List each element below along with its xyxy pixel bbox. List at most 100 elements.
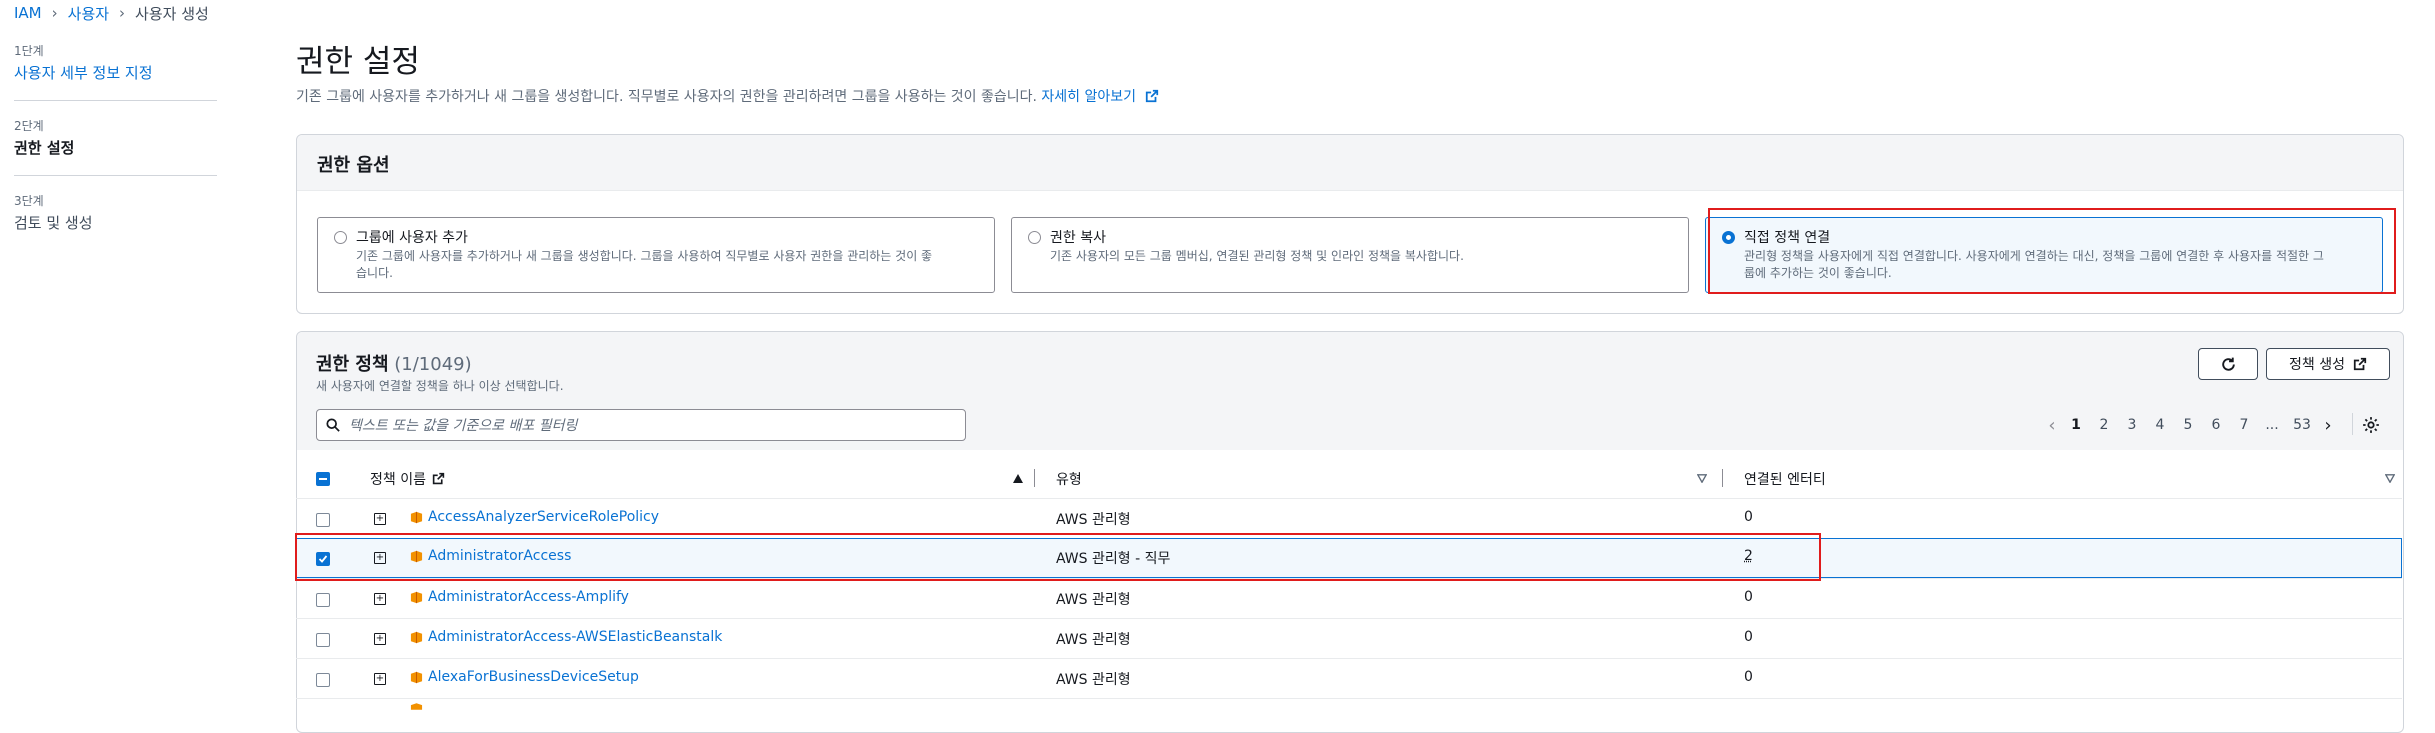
- policy-type: AWS 관리형: [1056, 672, 1131, 688]
- expand-icon[interactable]: +: [374, 633, 386, 645]
- policies-heading-title: 권한 정책: [316, 354, 389, 375]
- policy-type: AWS 관리형: [1056, 592, 1131, 608]
- breadcrumb-current: 사용자 생성: [135, 4, 209, 23]
- policies-heading: 권한 정책 (1/1049): [316, 350, 472, 376]
- row-checkbox[interactable]: [316, 513, 330, 527]
- select-all-checkbox[interactable]: [316, 472, 330, 486]
- expand-icon[interactable]: +: [374, 673, 386, 685]
- pagination: ‹ 1 2 3 4 5 6 7 ... 53 ›: [2042, 414, 2338, 436]
- table-row[interactable]: + AlexaForBusinessDeviceSetup AWS 관리형 0: [296, 658, 2402, 698]
- page-title: 권한 설정: [296, 44, 420, 80]
- page-link[interactable]: 3: [2118, 417, 2146, 433]
- option-description: 기존 그룹에 사용자를 추가하거나 새 그룹을 생성합니다. 그룹을 사용하여 …: [356, 248, 932, 282]
- learn-more-label: 자세히 알아보기: [1041, 89, 1137, 105]
- chevron-right-icon: ›: [119, 4, 126, 22]
- policies-subtext: 새 사용자에 연결할 정책을 하나 이상 선택합니다.: [316, 379, 564, 393]
- option-add-to-group[interactable]: 그룹에 사용자 추가 기존 그룹에 사용자를 추가하거나 새 그룹을 생성합니다…: [317, 217, 995, 293]
- column-header-attached-entities[interactable]: 연결된 엔터티: [1744, 469, 1826, 489]
- column-divider[interactable]: [1722, 469, 1723, 487]
- table-row[interactable]: + AccessAnalyzerServiceRolePolicy AWS 관리…: [296, 498, 2402, 538]
- page-description: 기존 그룹에 사용자를 추가하거나 새 그룹을 생성합니다. 직무별로 사용자의…: [296, 86, 1159, 106]
- panel-header: [297, 135, 2403, 190]
- step-1-number: 1단계: [14, 44, 44, 58]
- breadcrumb-users-link[interactable]: 사용자: [68, 3, 109, 24]
- sort-icon[interactable]: [1697, 474, 1707, 483]
- create-policy-button[interactable]: 정책 생성: [2266, 348, 2390, 380]
- step-divider: [14, 100, 217, 101]
- option-copy-permissions[interactable]: 권한 복사 기존 사용자의 모든 그룹 멤버십, 연결된 관리형 정책 및 인라…: [1011, 217, 1689, 293]
- breadcrumb-iam-link[interactable]: IAM: [14, 4, 42, 22]
- page-link[interactable]: 2: [2090, 417, 2118, 433]
- external-link-icon: [2353, 357, 2367, 371]
- external-link-icon: [433, 472, 445, 485]
- policy-name-link[interactable]: AlexaForBusinessDeviceSetup: [428, 669, 639, 685]
- step-3-number: 3단계: [14, 194, 44, 208]
- chevron-left-icon[interactable]: ‹: [2042, 415, 2062, 436]
- policy-type: AWS 관리형: [1056, 632, 1131, 648]
- policy-name-link[interactable]: AdministratorAccess-AWSElasticBeanstalk: [428, 629, 722, 645]
- page-ellipsis: ...: [2265, 417, 2279, 433]
- row-divider: [296, 698, 2402, 699]
- step-2-label: 권한 설정: [14, 139, 75, 157]
- refresh-icon: [2221, 357, 2235, 371]
- policy-icon: [410, 631, 423, 644]
- option-description-line: 기존 사용자의 모든 그룹 멤버십, 연결된 관리형 정책 및 인라인 정책을 …: [1050, 249, 1464, 263]
- refresh-button[interactable]: [2198, 348, 2258, 380]
- policies-count: (1/1049): [394, 354, 472, 375]
- sort-icon[interactable]: [2385, 474, 2395, 483]
- highlight-box: [1708, 208, 2396, 294]
- step-2-number: 2단계: [14, 119, 44, 133]
- policy-name-link[interactable]: AdministratorAccess-Amplify: [428, 589, 629, 605]
- expand-icon[interactable]: +: [374, 593, 386, 605]
- option-title: 권한 복사: [1050, 230, 1106, 246]
- column-divider[interactable]: [1034, 469, 1035, 487]
- row-checkbox[interactable]: [316, 673, 330, 687]
- policy-icon: [410, 703, 423, 710]
- chevron-right-icon[interactable]: ›: [2318, 415, 2338, 436]
- attached-entities-count: 0: [1744, 589, 1753, 605]
- table-row[interactable]: + AdministratorAccess-AWSElasticBeanstal…: [296, 618, 2402, 658]
- page-link-current[interactable]: 1: [2062, 417, 2090, 433]
- sort-ascending-icon[interactable]: [1013, 474, 1023, 483]
- option-title: 그룹에 사용자 추가: [356, 230, 468, 246]
- page-link[interactable]: 6: [2202, 417, 2230, 433]
- highlight-box: [295, 533, 1821, 581]
- policy-icon: [410, 671, 423, 684]
- policy-name-link[interactable]: AccessAnalyzerServiceRolePolicy: [428, 509, 659, 525]
- expand-icon[interactable]: +: [374, 513, 386, 525]
- policy-filter-search[interactable]: [316, 409, 971, 441]
- chevron-right-icon: ›: [51, 4, 58, 22]
- step-3-label: 검토 및 생성: [14, 214, 93, 232]
- breadcrumb: IAM › 사용자 › 사용자 생성: [14, 0, 209, 26]
- table-row[interactable]: + AdministratorAccess-Amplify AWS 관리형 0: [296, 578, 2402, 618]
- divider: [2352, 413, 2353, 435]
- step-1-link[interactable]: 사용자 세부 정보 지정: [14, 62, 153, 83]
- policy-icon: [410, 511, 423, 524]
- page-link[interactable]: 7: [2230, 417, 2258, 433]
- permission-options-heading: 권한 옵션: [317, 155, 390, 176]
- page-link[interactable]: 4: [2146, 417, 2174, 433]
- attached-entities-count: 0: [1744, 629, 1753, 645]
- page-link[interactable]: 5: [2174, 417, 2202, 433]
- policy-type: AWS 관리형: [1056, 512, 1131, 528]
- step-divider: [14, 175, 217, 176]
- search-icon: [326, 418, 340, 432]
- row-checkbox[interactable]: [316, 633, 330, 647]
- external-link-icon: [1145, 89, 1158, 103]
- row-checkbox[interactable]: [316, 593, 330, 607]
- learn-more-link[interactable]: 자세히 알아보기: [1041, 89, 1158, 105]
- radio-button[interactable]: [334, 231, 347, 244]
- column-header-label: 정책 이름: [370, 472, 426, 488]
- search-input[interactable]: [347, 414, 971, 438]
- settings-gear-icon[interactable]: [2362, 416, 2380, 434]
- radio-button[interactable]: [1028, 231, 1041, 244]
- option-description-line: 습니다.: [356, 266, 393, 280]
- attached-entities-count: 0: [1744, 509, 1753, 525]
- attached-entities-count: 0: [1744, 669, 1753, 685]
- page-link[interactable]: 53: [2286, 417, 2318, 433]
- page-description-text: 기존 그룹에 사용자를 추가하거나 새 그룹을 생성합니다. 직무별로 사용자의…: [296, 89, 1037, 105]
- column-header-policy-name[interactable]: 정책 이름: [370, 469, 445, 489]
- policy-icon: [410, 591, 423, 604]
- column-header-type[interactable]: 유형: [1056, 469, 1082, 489]
- option-description: 기존 사용자의 모든 그룹 멤버십, 연결된 관리형 정책 및 인라인 정책을 …: [1050, 248, 1464, 265]
